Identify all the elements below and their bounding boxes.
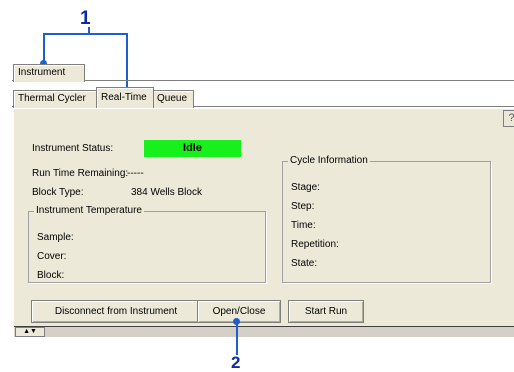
instrument-temperature-title: Instrument Temperature (34, 205, 144, 216)
repetition-label: Repetition: (291, 239, 339, 250)
tab-queue[interactable]: Queue (152, 90, 194, 108)
callout-line (126, 33, 128, 93)
tab-real-time[interactable]: Real-Time (96, 87, 154, 108)
tab-queue-label: Queue (157, 93, 188, 104)
callout-number-1: 1 (80, 8, 91, 29)
instrument-temperature-group: Instrument Temperature Sample: Cover: Bl… (28, 205, 266, 283)
run-time-value: ----- (127, 168, 144, 179)
tab-strip-top (12, 80, 514, 81)
tab-thermal-cycler-label: Thermal Cycler (18, 93, 86, 104)
tab-real-time-label: Real-Time (101, 92, 147, 103)
tab-instrument[interactable]: Instrument (13, 64, 85, 82)
help-icon[interactable]: ? (503, 110, 514, 127)
callout-line (43, 33, 128, 35)
step-label: Step: (291, 201, 315, 212)
instrument-status-label: Instrument Status: (32, 143, 114, 154)
tab-thermal-cycler[interactable]: Thermal Cycler (13, 90, 102, 108)
callout-line (88, 27, 90, 34)
run-time-label: Run Time Remaining: (32, 168, 129, 179)
stage-label: Stage: (291, 182, 320, 193)
block-type-label: Block Type: (32, 187, 84, 198)
callout-line (43, 33, 45, 63)
cover-label: Cover: (37, 251, 67, 262)
block-type-value: 384 Wells Block (131, 187, 202, 198)
state-label: State: (291, 258, 318, 269)
time-label: Time: (291, 220, 316, 231)
splitter-toggle-icon[interactable]: ▲▼ (15, 327, 45, 337)
block-label: Block: (37, 270, 65, 281)
bottom-splitter-bar (14, 326, 514, 337)
start-run-button[interactable]: Start Run (288, 300, 364, 323)
sample-label: Sample: (37, 232, 74, 243)
cycle-information-title: Cycle Information (288, 155, 370, 166)
real-time-panel: Instrument Status: Idle Run Time Remaini… (14, 108, 514, 327)
tab-instrument-label: Instrument (18, 67, 66, 78)
cycle-information-group: Cycle Information Stage: Step: Time: Rep… (282, 155, 491, 283)
callout-number-2: 2 (231, 353, 241, 372)
status-badge: Idle (144, 140, 241, 157)
callout-line (236, 321, 238, 355)
disconnect-button[interactable]: Disconnect from Instrument (31, 300, 201, 323)
